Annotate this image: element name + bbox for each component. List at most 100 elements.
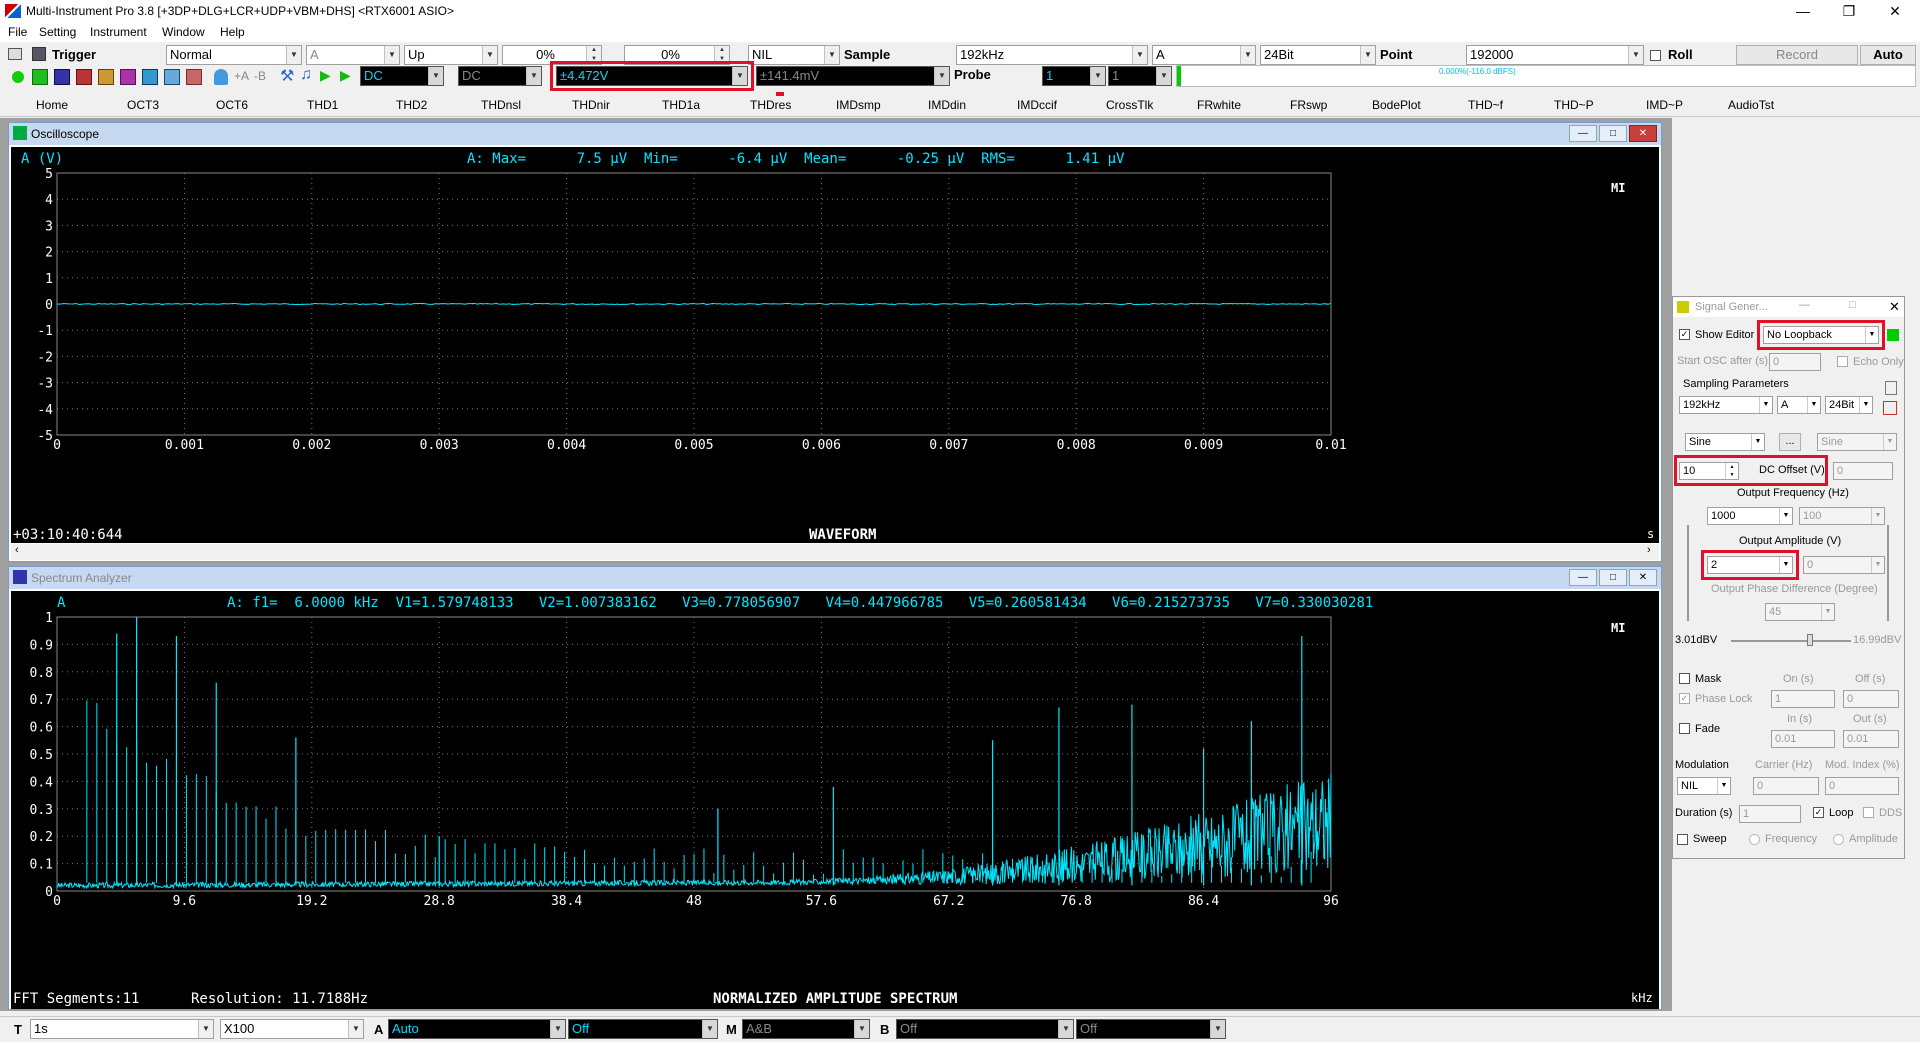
tab-oct6[interactable]: OCT6 (216, 98, 248, 112)
phase-lock-checkbox[interactable]: ✓ (1679, 693, 1690, 704)
tab-bodeplot[interactable]: BodePlot (1372, 98, 1421, 112)
mod-index-input[interactable]: 0 (1825, 777, 1899, 795)
dc-offset-input[interactable]: 10 ▲ ▼ (1679, 462, 1739, 480)
oscilloscope-maximize-icon[interactable]: □ (1599, 125, 1627, 142)
a-mode-select[interactable]: Auto ▼ (388, 1019, 566, 1039)
tab-imd-p[interactable]: IMD~P (1646, 98, 1683, 112)
tab-thd-p[interactable]: THD~P (1554, 98, 1594, 112)
record-button[interactable]: Record (1736, 45, 1858, 65)
coupling-b-select[interactable]: DC ▼ (458, 66, 542, 86)
frequency-radio[interactable] (1749, 834, 1760, 845)
phase-plot-icon[interactable] (120, 69, 136, 85)
time-select[interactable]: 1s ▼ (30, 1019, 214, 1039)
amplitude-radio[interactable] (1833, 834, 1844, 845)
siggen-close-icon[interactable]: ✕ (1889, 299, 1900, 315)
freq-b-select[interactable]: 100 ▼ (1799, 507, 1885, 525)
trigger-channel-select[interactable]: A ▼ (306, 45, 400, 65)
tab-audiotst[interactable]: AudioTst (1728, 98, 1774, 112)
tab-thd-f[interactable]: THD~f (1468, 98, 1503, 112)
spectrum-minimize-icon[interactable]: — (1569, 569, 1597, 586)
fade-in-input[interactable]: 0.01 (1771, 730, 1835, 748)
echo-only-checkbox[interactable] (1837, 356, 1848, 367)
show-editor-checkbox[interactable]: ✓ (1679, 329, 1690, 340)
oscilloscope-scrollbar[interactable]: ‹ › (11, 544, 1659, 560)
amp-b-select[interactable]: 0 ▼ (1803, 556, 1885, 574)
run-icon[interactable] (12, 71, 24, 83)
auto-button[interactable]: Auto (1860, 45, 1916, 65)
trigger-icon[interactable] (8, 48, 22, 60)
amp-a-slider-track[interactable] (1687, 525, 1689, 621)
a-value-select[interactable]: Off ▼ (568, 1019, 718, 1039)
signal-on-indicator[interactable] (1887, 329, 1899, 341)
tab-thd1a[interactable]: THD1a (662, 98, 700, 112)
oscilloscope-icon[interactable] (32, 69, 48, 85)
a-minus-b-icon[interactable]: -B (254, 69, 266, 83)
play-icon[interactable]: ▶ (320, 67, 331, 84)
roll-checkbox[interactable] (1650, 50, 1661, 61)
sweep-checkbox[interactable] (1677, 834, 1688, 845)
coupling-a-select[interactable]: DC ▼ (360, 66, 444, 86)
m-value-select[interactable]: A&B ▼ (742, 1019, 870, 1039)
b-mode-select[interactable]: Off ▼ (896, 1019, 1074, 1039)
tab-crosstlk[interactable]: CrossTlk (1106, 98, 1153, 112)
play-once-icon[interactable]: ▶ (340, 67, 351, 84)
oscilloscope-minimize-icon[interactable]: — (1569, 125, 1597, 142)
siggen-channel-select[interactable]: A ▼ (1777, 396, 1821, 414)
waveform-b-select[interactable]: Sine ▼ (1817, 433, 1897, 451)
fade-checkbox[interactable] (1679, 723, 1690, 734)
tab-oct3[interactable]: OCT3 (127, 98, 159, 112)
tools-icon[interactable]: ⚒ (280, 66, 294, 86)
tab-imddin[interactable]: IMDdin (928, 98, 966, 112)
start-osc-input[interactable]: 0 (1769, 353, 1821, 371)
menu-setting[interactable]: Setting (39, 25, 76, 39)
multiplier-select[interactable]: X100 ▼ (220, 1019, 364, 1039)
window-function-select[interactable]: NIL ▼ (748, 45, 840, 65)
dds-checkbox[interactable] (1863, 807, 1874, 818)
siggen-save-icon[interactable] (1885, 381, 1897, 395)
fade-out-input[interactable]: 0.01 (1843, 730, 1899, 748)
siggen-chart-icon[interactable] (1883, 401, 1897, 415)
a-b-icon[interactable]: +A (234, 69, 249, 83)
b-value-select[interactable]: Off ▼ (1076, 1019, 1226, 1039)
freq-a-select[interactable]: 1000 ▼ (1707, 507, 1793, 525)
multimeter-icon[interactable] (98, 69, 114, 85)
scroll-left-icon[interactable]: ‹ (15, 544, 19, 556)
spectrum-maximize-icon[interactable]: □ (1599, 569, 1627, 586)
tab-frswp[interactable]: FRswp (1290, 98, 1327, 112)
spectrogram-icon[interactable] (76, 69, 92, 85)
mask-checkbox[interactable] (1679, 673, 1690, 684)
points-select[interactable]: 192000 ▼ (1466, 45, 1644, 65)
trigger-edge-select[interactable]: Up ▼ (404, 45, 498, 65)
amp-a-select[interactable]: 2 ▼ (1707, 556, 1793, 574)
siggen-maximize-icon[interactable]: □ (1849, 299, 1856, 311)
duration-input[interactable]: 1 (1739, 805, 1801, 823)
spectrum-icon[interactable] (54, 69, 70, 85)
loop-checkbox[interactable]: ✓ (1813, 807, 1824, 818)
channel-select[interactable]: A ▼ (1152, 45, 1256, 65)
trigger-level-stepper[interactable]: 0% ▲ ▼ (502, 45, 602, 65)
tab-thd2[interactable]: THD2 (396, 98, 427, 112)
phase-select[interactable]: 45 ▼ (1765, 603, 1835, 621)
tab-frwhite[interactable]: FRwhite (1197, 98, 1241, 112)
tab-thdres[interactable]: THDres (750, 98, 791, 112)
spectrum-plot[interactable]: A A: f1= 6.0000 kHz V1=1.579748133 V2=1.… (11, 591, 1659, 1009)
mask-on-input[interactable]: 1 (1771, 690, 1835, 708)
lcr-meter-icon[interactable] (164, 69, 180, 85)
oscilloscope-plot[interactable]: A (V) A: Max= 7.5 μV Min= -6.4 μV Mean= … (11, 147, 1659, 543)
probe-a-select[interactable]: 1 ▼ (1042, 66, 1106, 86)
minimize-icon[interactable]: — (1780, 0, 1826, 22)
scroll-right-icon[interactable]: › (1647, 544, 1651, 556)
carrier-input[interactable]: 0 (1753, 777, 1819, 795)
siggen-minimize-icon[interactable]: — (1799, 299, 1810, 311)
speaker-icon[interactable]: ♫ (300, 66, 312, 84)
mask-off-input[interactable]: 0 (1843, 690, 1899, 708)
tab-thdnsl[interactable]: THDnsl (481, 98, 521, 112)
dds-icon[interactable] (186, 69, 202, 85)
loopback-select[interactable]: No Loopback ▼ (1763, 326, 1879, 344)
probe-b-select[interactable]: 1 ▼ (1108, 66, 1172, 86)
sound-card-icon[interactable] (214, 69, 228, 85)
amp-b-slider-track[interactable] (1887, 525, 1889, 621)
menu-file[interactable]: File (8, 25, 27, 39)
sample-rate-select[interactable]: 192kHz ▼ (956, 45, 1148, 65)
tab-imdccif[interactable]: IMDccif (1017, 98, 1057, 112)
